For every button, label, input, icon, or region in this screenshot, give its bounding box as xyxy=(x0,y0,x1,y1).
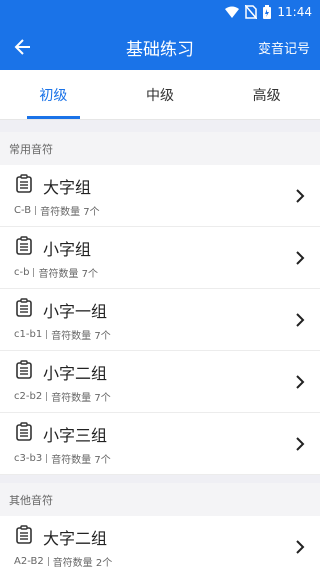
list-item-subtitle: c2-b2 音符数量 7个 xyxy=(14,389,292,404)
list-item-title: 小字一组 xyxy=(43,302,108,321)
list-item-header: 大字组 xyxy=(14,173,292,199)
list-item-content: 大字组 C-B 音符数量 7个 xyxy=(14,173,292,218)
separator xyxy=(33,268,35,277)
list-item-title: 小字三组 xyxy=(43,426,108,445)
chevron-right-icon xyxy=(292,436,308,452)
accidentals-button[interactable]: 变音记号 xyxy=(258,38,320,57)
level-tabs: 初级 中级 高级 xyxy=(0,70,320,120)
divider xyxy=(0,120,320,132)
section-header: 常用音符 xyxy=(0,132,320,165)
app-bar: 基础练习 变音记号 xyxy=(0,24,320,70)
chevron-right-icon xyxy=(292,188,308,204)
list-item-content: 小字一组 c1-b1 音符数量 7个 xyxy=(14,297,292,342)
tab-intermediate[interactable]: 中级 xyxy=(107,70,214,119)
tab-advanced[interactable]: 高级 xyxy=(213,70,320,119)
list-item-subtitle: c1-b1 音符数量 7个 xyxy=(14,327,292,342)
note-count: 音符数量 2个 xyxy=(52,558,113,569)
list-item[interactable]: 大字组 C-B 音符数量 7个 xyxy=(0,165,320,227)
note-range: c-b xyxy=(14,267,30,278)
section-header: 其他音符 xyxy=(0,483,320,516)
list-item[interactable]: 小字三组 c3-b3 音符数量 7个 xyxy=(0,413,320,475)
chevron-right-icon xyxy=(292,539,308,555)
list-item[interactable]: 小字一组 c1-b1 音符数量 7个 xyxy=(0,289,320,351)
list-item-title: 小字组 xyxy=(43,240,92,259)
wifi-icon xyxy=(225,6,240,18)
section-gap xyxy=(0,475,320,483)
list-item-content: 小字二组 c2-b2 音符数量 7个 xyxy=(14,359,292,404)
list-item-header: 小字组 xyxy=(14,235,292,261)
chevron-right-icon xyxy=(292,374,308,390)
chevron-right-icon xyxy=(292,250,308,266)
clipboard-list-icon xyxy=(14,422,34,446)
clipboard-list-icon xyxy=(14,525,34,549)
separator xyxy=(46,454,48,463)
list-item-header: 大字二组 xyxy=(14,524,292,550)
chevron-right-icon xyxy=(292,312,308,328)
note-range: C-B xyxy=(14,205,32,216)
no-sim-icon xyxy=(245,5,258,19)
list-item[interactable]: 小字组 c-b 音符数量 7个 xyxy=(0,227,320,289)
list-item-header: 小字二组 xyxy=(14,359,292,385)
back-button[interactable] xyxy=(0,24,46,70)
list-item[interactable]: 小字二组 c2-b2 音符数量 7个 xyxy=(0,351,320,413)
list-item-content: 大字二组 A2-B2 音符数量 2个 xyxy=(14,524,292,569)
list-item-subtitle: c-b 音符数量 7个 xyxy=(14,265,292,280)
clipboard-list-icon xyxy=(14,360,34,384)
separator xyxy=(46,330,48,339)
note-range: A2-B2 xyxy=(14,556,44,567)
clipboard-list-icon xyxy=(14,174,34,198)
note-range: c1-b1 xyxy=(14,329,43,340)
list-item-content: 小字组 c-b 音符数量 7个 xyxy=(14,235,292,280)
clipboard-list-icon xyxy=(14,298,34,322)
arrow-left-icon xyxy=(14,39,30,55)
list-item-subtitle: A2-B2 音符数量 2个 xyxy=(14,554,292,569)
list-item-title: 大字组 xyxy=(43,178,92,197)
note-count: 音符数量 7个 xyxy=(38,269,99,280)
separator xyxy=(35,206,37,215)
clipboard-list-icon xyxy=(14,236,34,260)
status-time: 11:44 xyxy=(277,5,312,19)
status-bar: 11:44 xyxy=(0,0,320,24)
note-count: 音符数量 7个 xyxy=(51,393,111,404)
note-count: 音符数量 7个 xyxy=(40,207,100,218)
list-item-subtitle: c3-b3 音符数量 7个 xyxy=(14,451,292,466)
separator xyxy=(47,557,49,566)
list-item-content: 小字三组 c3-b3 音符数量 7个 xyxy=(14,421,292,466)
list-item-subtitle: C-B 音符数量 7个 xyxy=(14,203,292,218)
note-range: c3-b3 xyxy=(14,453,43,464)
sections-container: 常用音符 大字组 C-B 音符数量 7个 小字组 c-b 音符数量 7个 小字一… xyxy=(0,132,320,570)
list-item-title: 小字二组 xyxy=(43,364,108,383)
note-count: 音符数量 7个 xyxy=(51,455,111,466)
list-item-header: 小字一组 xyxy=(14,297,292,323)
battery-icon xyxy=(263,5,272,19)
separator xyxy=(46,392,48,401)
list-item-title: 大字二组 xyxy=(43,529,108,548)
tab-beginner[interactable]: 初级 xyxy=(0,70,107,119)
list-item[interactable]: 大字二组 A2-B2 音符数量 2个 xyxy=(0,516,320,570)
list-item-header: 小字三组 xyxy=(14,421,292,447)
note-range: c2-b2 xyxy=(14,391,43,402)
note-count: 音符数量 7个 xyxy=(51,331,111,342)
